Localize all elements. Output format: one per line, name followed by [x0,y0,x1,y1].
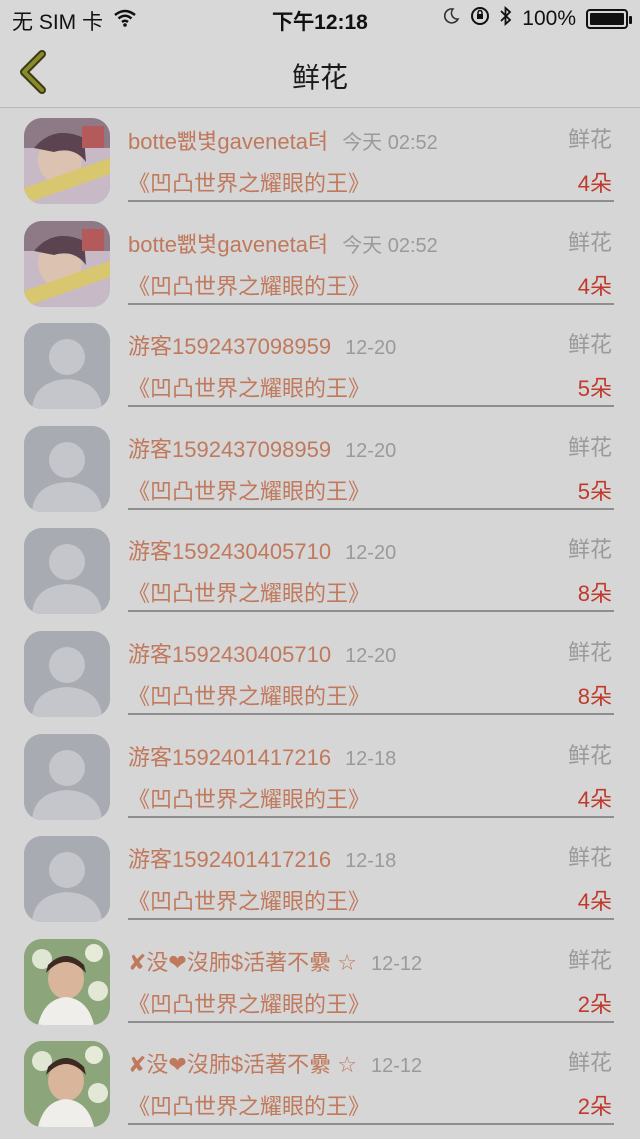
list-item[interactable]: 游客1592401417216 12-18 鲜花《凹凸世界之耀眼的王》 4朵 [0,724,640,827]
user-name-text: 游客1592437098959 [128,334,332,360]
timestamp: 12-12 [370,1055,423,1078]
timestamp: 今天 02:52 [342,234,438,257]
avatar[interactable] [24,323,110,410]
bluetooth-icon [500,5,512,32]
user-name: botte뾊볓gaveneta텨 今天 02:52 [128,124,438,156]
flower-list: botte뾊볓gaveneta텨 今天 02:52 鲜花 《凹凸世界之耀眼的王》 4朵 … [0,108,640,1134]
book-title-link[interactable]: 《凹凸世界之耀眼的王》 [128,269,370,301]
user-name: 游客1592401417216 12-18 [128,842,396,874]
user-name-text: 游客1592401417216 [128,744,332,770]
list-item[interactable]: botte뾊볓gaveneta텨 今天 02:52 鲜花《凹凸世界之耀眼的王》 4朵 [0,211,640,314]
flower-count: 4朵 [577,171,612,196]
user-name: ✘没❤沒肺$活著不纍 ☆ 12-12 [128,1047,422,1079]
flower-count: 2朵 [577,991,612,1017]
book-title-link[interactable]: 《凹凸世界之耀眼的王》 [128,1089,370,1121]
timestamp: 12-20 [345,644,397,667]
book-title-link[interactable]: 《凹凸世界之耀眼的王》 [128,884,370,916]
gift-type: 鲜花 [567,229,612,255]
gift-type: 鲜花 [567,947,612,973]
book-title-link[interactable]: 《凹凸世界之耀眼的王》 [128,474,370,506]
gift-type: 鲜花 [567,332,612,358]
navigation-bar: 鲜花 [0,36,640,108]
user-name-text: 游客1592430405710 [128,641,332,667]
list-item[interactable]: 游客1592430405710 12-20 鲜花《凹凸世界之耀眼的王》 8朵 [0,621,640,724]
gift-type: 鲜花 [567,127,612,152]
book-title-link[interactable]: 《凹凸世界之耀眼的王》 [128,371,370,403]
flower-count: 4朵 [577,273,612,299]
timestamp: 12-20 [345,337,397,360]
user-name: ✘没❤沒肺$活著不纍 ☆ 12-12 [128,945,422,977]
row-divider [128,1020,614,1023]
gift-type: 鲜花 [567,639,612,665]
user-name: 游客1592430405710 12-20 [128,637,396,669]
flower-count: 2朵 [577,1094,612,1120]
user-name-text: ✘没❤沒肺$活著不纍 ☆ [128,949,357,975]
gift-type: 鲜花 [567,434,612,460]
book-title-link[interactable]: 《凹凸世界之耀眼的王》 [128,576,370,608]
battery-icon [586,9,632,29]
flower-count: 5朵 [577,376,612,402]
row-divider [128,405,614,408]
timestamp: 12-20 [345,542,397,565]
book-title-link[interactable]: 《凹凸世界之耀眼的王》 [128,166,370,198]
list-item[interactable]: 游客1592437098959 12-20 鲜花《凹凸世界之耀眼的王》 5朵 [0,416,640,519]
gift-type: 鲜花 [567,1050,612,1076]
row-divider [128,1123,614,1126]
avatar[interactable] [24,528,110,615]
list-item[interactable]: botte뾊볓gaveneta텨 今天 02:52 鲜花《凹凸世界之耀眼的王》 4朵 [0,108,640,211]
list-item[interactable]: 游客1592401417216 12-18 鲜花《凹凸世界之耀眼的王》 4朵 [0,826,640,929]
user-name-text: ✘没❤沒肺$活著不纍 ☆ [128,1052,357,1078]
avatar[interactable] [24,118,110,204]
timestamp: 12-20 [345,439,397,462]
battery-percent: 100% [522,7,576,30]
gift-type: 鲜花 [567,742,612,768]
gift-type: 鲜花 [567,845,612,871]
flower-count: 4朵 [577,786,612,812]
flower-count: 5朵 [577,478,612,504]
user-name-text: botte뾊볓gaveneta텨 [128,231,329,257]
user-name: 游客1592401417216 12-18 [128,740,396,772]
row-divider [128,610,614,613]
avatar[interactable] [24,1041,110,1128]
avatar[interactable] [24,938,110,1025]
user-name-text: 游客1592401417216 [128,847,332,873]
user-name: 游客1592430405710 12-20 [128,534,396,566]
avatar[interactable] [24,630,110,717]
list-item[interactable]: ✘没❤沒肺$活著不纍 ☆ 12-12 鲜花《凹凸世界之耀眼的王》 2朵 [0,1031,640,1134]
row-divider [128,302,614,305]
timestamp: 12-18 [345,850,397,873]
avatar[interactable] [24,836,110,923]
status-bar: 无 SIM 卡 下午12:18 100% [0,0,640,36]
avatar[interactable] [24,220,110,307]
user-name-text: 游客1592430405710 [128,539,332,565]
book-title-link[interactable]: 《凹凸世界之耀眼的王》 [128,782,370,814]
avatar[interactable] [24,733,110,820]
row-divider [128,815,614,818]
user-name-text: 游客1592437098959 [128,436,332,462]
moon-icon [442,7,460,31]
user-name: 游客1592437098959 12-20 [128,432,396,464]
row-divider [128,918,614,921]
timestamp: 今天 02:52 [342,132,438,154]
gift-type: 鲜花 [567,537,612,563]
book-title-link[interactable]: 《凹凸世界之耀眼的王》 [128,679,370,711]
book-title-link[interactable]: 《凹凸世界之耀眼的王》 [128,987,370,1019]
user-name-text: botte뾊볓gaveneta텨 [128,129,329,154]
row-divider [128,712,614,715]
avatar[interactable] [24,425,110,512]
orientation-lock-icon [470,6,490,32]
list-item[interactable]: 游客1592430405710 12-20 鲜花《凹凸世界之耀眼的王》 8朵 [0,518,640,621]
timestamp: 12-18 [345,747,397,770]
flower-count: 4朵 [577,889,612,915]
timestamp: 12-12 [370,952,423,975]
flower-count: 8朵 [577,581,612,607]
user-name: 游客1592437098959 12-20 [128,329,396,361]
row-divider [128,507,614,510]
user-name: botte뾊볓gaveneta텨 今天 02:52 [128,227,438,259]
page-title: 鲜花 [291,62,348,93]
list-item[interactable]: 游客1592437098959 12-20 鲜花《凹凸世界之耀眼的王》 5朵 [0,313,640,416]
row-divider [128,200,614,202]
flower-count: 8朵 [577,683,612,709]
list-item[interactable]: ✘没❤沒肺$活著不纍 ☆ 12-12 鲜花《凹凸世界之耀眼的王》 2朵 [0,929,640,1032]
